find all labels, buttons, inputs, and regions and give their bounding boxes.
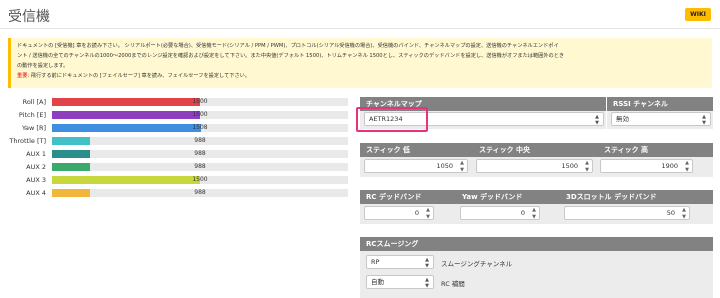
channel-label: Pitch [E] — [18, 111, 46, 119]
smoothing-channel-label: スムージングチャンネル — [441, 260, 513, 268]
channel-label: AUX 2 — [26, 163, 46, 171]
select-arrows-icon: ▲ ▼ — [702, 114, 706, 126]
rssi-header: RSSI チャンネル — [607, 97, 713, 111]
yaw-deadband-input[interactable]: 0 ▲ ▼ — [460, 206, 540, 220]
select-arrows-icon: ▲ ▼ — [595, 114, 599, 126]
yaw-deadband-header: Yaw デッドバンド — [456, 190, 560, 204]
stick-center-header: スティック 中央 — [473, 143, 598, 157]
stick-center-value: 1500 — [561, 162, 578, 170]
select-arrows-icon: ▲ ▼ — [425, 277, 429, 289]
rssi-select-value: 無効 — [616, 115, 629, 123]
channel-value: 988 — [194, 137, 206, 144]
rc-interpolation-select[interactable]: 自動 ▲ ▼ — [366, 275, 434, 289]
channel-bars: Roll [A] 1500 Pitch [E] 1500 Yaw [R] 1508 Thro… — [0, 0, 360, 298]
stick-low-header: スティック 低 — [360, 143, 473, 157]
channel-label: Yaw [R] — [21, 124, 46, 132]
stick-high-input[interactable]: 1900 ▲ ▼ — [600, 159, 693, 173]
stick-high-value: 1900 — [661, 162, 678, 170]
channel-label: Roll [A] — [22, 98, 46, 106]
yaw-deadband-value: 0 — [520, 209, 525, 217]
channel-value: 1508 — [192, 124, 208, 131]
spinner-icon[interactable]: ▲ ▼ — [685, 160, 689, 174]
spinner-icon[interactable]: ▲ ▼ — [682, 207, 686, 221]
stick-center-input[interactable]: 1500 ▲ ▼ — [476, 159, 593, 173]
channel-label: AUX 1 — [26, 150, 46, 158]
highlight-box — [356, 107, 428, 132]
channel-value: 1500 — [192, 98, 208, 105]
channel-value: 1500 — [192, 111, 208, 118]
spinner-icon[interactable]: ▲ ▼ — [426, 207, 430, 221]
smoothing-channel-value: RP — [371, 258, 380, 266]
wiki-button[interactable]: WIKI — [685, 8, 711, 21]
throttle3d-deadband-value: 50 — [666, 209, 675, 217]
stick-low-value: 1050 — [436, 162, 453, 170]
rc-deadband-input[interactable]: 0 ▲ ▼ — [364, 206, 434, 220]
channel-value: 988 — [194, 189, 206, 196]
smoothing-header: RCスムージング — [360, 237, 713, 251]
rc-deadband-header: RC デッドバンド — [360, 190, 456, 204]
channel-value: 988 — [194, 150, 206, 157]
rssi-select[interactable]: 無効 ▲ ▼ — [611, 112, 711, 126]
rc-interpolation-value: 自動 — [371, 278, 384, 286]
channel-label: Throttle [T] — [9, 137, 46, 145]
channel-label: AUX 3 — [26, 176, 46, 184]
throttle3d-deadband-header: 3Dスロットル デッドバンド — [560, 190, 713, 204]
channel-value: 1500 — [192, 176, 208, 183]
channel-value: 988 — [194, 163, 206, 170]
stick-high-header: スティック 高 — [598, 143, 713, 157]
spinner-icon[interactable]: ▲ ▼ — [532, 207, 536, 221]
select-arrows-icon: ▲ ▼ — [425, 257, 429, 269]
throttle3d-deadband-input[interactable]: 50 ▲ ▼ — [564, 206, 690, 220]
spinner-icon[interactable]: ▲ ▼ — [460, 160, 464, 174]
stick-low-input[interactable]: 1050 ▲ ▼ — [364, 159, 468, 173]
smoothing-channel-select[interactable]: RP ▲ ▼ — [366, 255, 434, 269]
spinner-icon[interactable]: ▲ ▼ — [585, 160, 589, 174]
rc-interpolation-label: RC 補間 — [441, 280, 465, 288]
rc-deadband-value: 0 — [414, 209, 419, 217]
channel-label: AUX 4 — [26, 189, 46, 197]
